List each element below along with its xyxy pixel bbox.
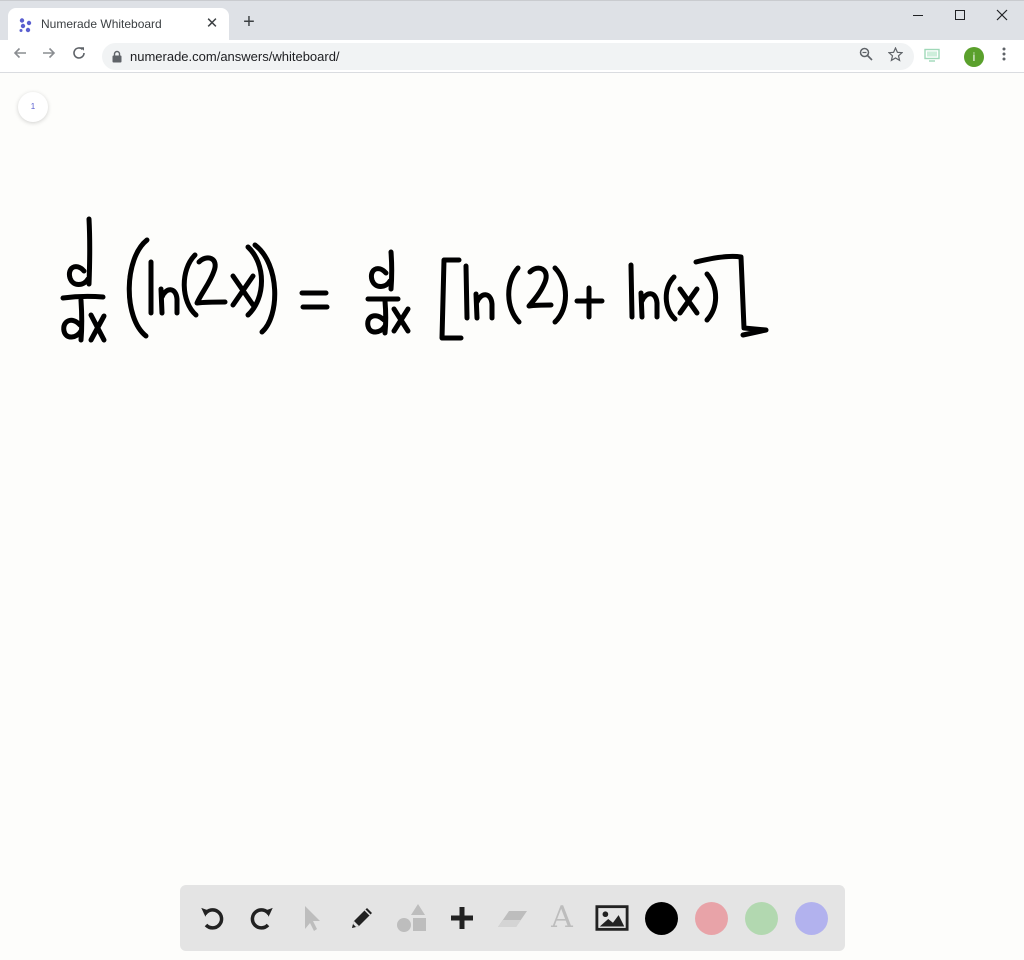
ink-d-numerator [66,216,93,287]
ink-close-bracket [693,253,769,338]
color-swatch-purple[interactable] [795,902,828,935]
color-swatch-red[interactable] [695,902,728,935]
eraser-tool[interactable] [495,901,529,935]
ink-equals [299,290,330,310]
redo-icon [250,907,273,930]
shapes-tool[interactable] [395,901,429,935]
ink-paren-a [181,252,199,318]
image-icon [595,905,629,931]
ink-open-paren [126,237,150,339]
ink-paren-e [663,274,678,322]
select-icon [305,906,320,931]
ink-x-1 [230,273,256,308]
ink-ln-3 [628,262,660,320]
ink-open-bracket [439,257,464,341]
ink-fraction-bar [60,293,106,301]
ink-paren-f [704,271,719,323]
text-tool-glyph: A [551,900,573,935]
color-swatch-green[interactable] [745,902,778,935]
handwritten-equation [60,216,769,343]
ink-ln-1 [148,259,180,316]
ink-paren-d [552,265,568,325]
add-icon [451,907,473,929]
color-swatch-black[interactable] [645,902,678,935]
drawing-toolbar: A [180,885,845,951]
select-tool[interactable] [295,901,329,935]
shapes-icon [397,904,426,932]
ink-paren-c [506,265,522,325]
ink-dx-denominator-2 [365,298,411,336]
ink-plus [574,285,605,320]
undo-button[interactable] [195,901,229,935]
redo-button[interactable] [245,901,279,935]
ink-digit-2b [526,265,554,309]
undo-icon [201,907,224,930]
eraser-icon [498,911,527,927]
ink-x-2 [677,286,700,316]
add-button[interactable] [445,901,479,935]
ink-d-numerator-2 [368,249,395,292]
pen-tool[interactable] [345,901,379,935]
image-tool[interactable] [595,901,629,935]
ink-dx-denominator [61,297,107,343]
pen-icon [352,908,372,928]
ink-digit-2 [194,255,228,306]
text-tool[interactable]: A [545,901,579,935]
ink-ln-2 [463,263,495,321]
